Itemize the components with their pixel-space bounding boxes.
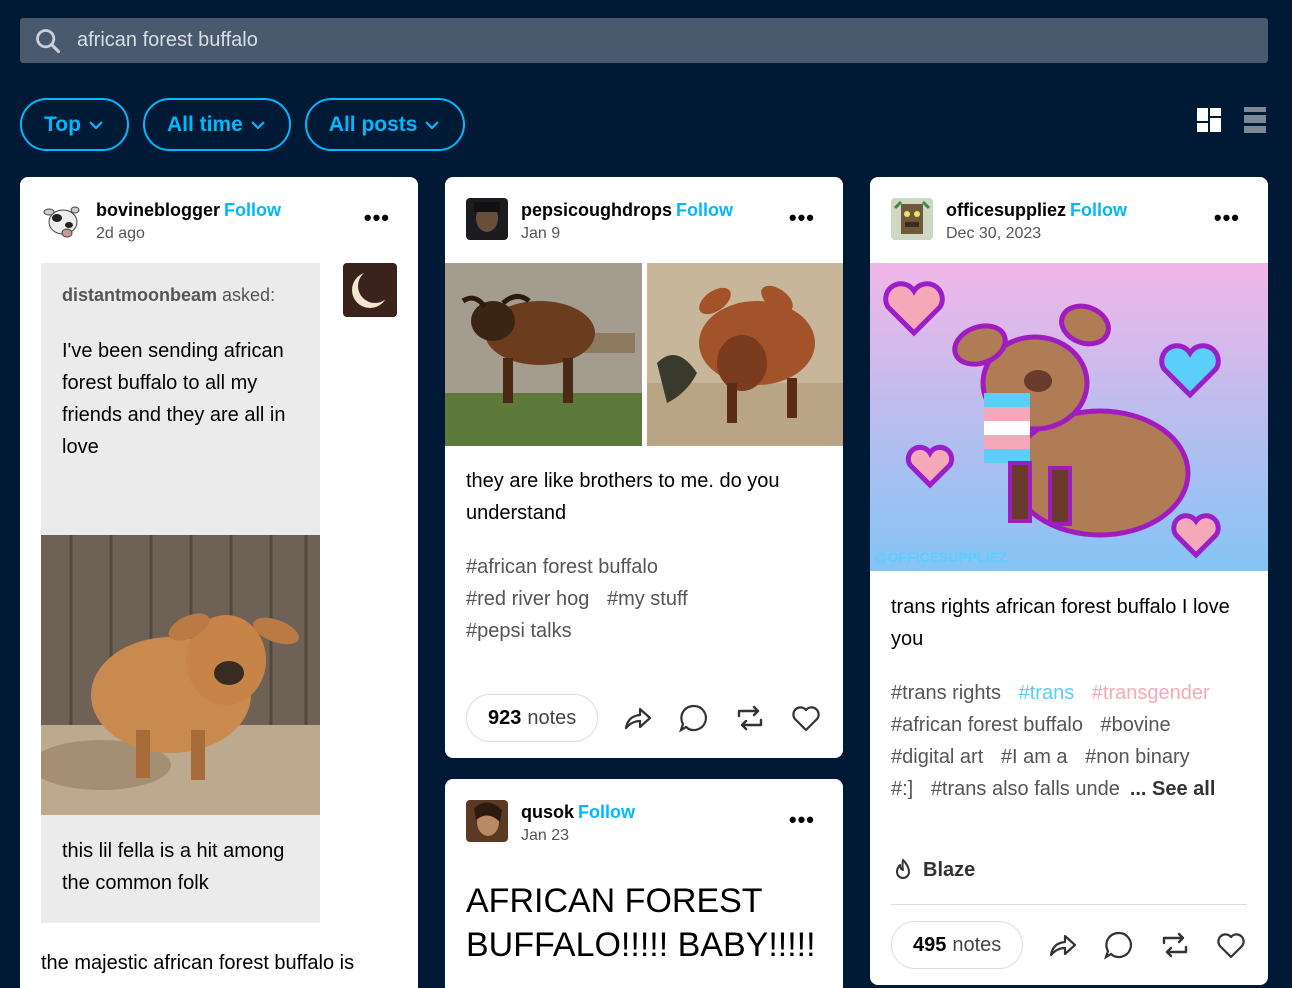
more-options-icon[interactable]: ••• <box>364 207 390 229</box>
post-body-large: AFRICAN FOREST BUFFALO!!!!! BABY!!!!! <box>466 882 816 964</box>
more-options-icon[interactable]: ••• <box>789 809 815 831</box>
hog-photo[interactable] <box>647 263 843 446</box>
post-header: bovineblogger Follow 2d ago ••• <box>20 177 418 263</box>
blaze-button[interactable]: Blaze <box>891 857 975 883</box>
post-card: bovineblogger Follow 2d ago ••• distantmo… <box>20 177 418 988</box>
post-footer: 495 notes <box>891 921 1247 969</box>
avatar[interactable] <box>891 198 933 240</box>
avatar[interactable] <box>41 198 83 240</box>
blaze-label: Blaze <box>923 858 976 881</box>
post-header: qusok Follow Jan 23 ••• <box>445 779 843 865</box>
notes-number: 495 <box>913 933 947 956</box>
reblog-icon[interactable] <box>734 702 766 734</box>
sort-filter-label: Top <box>44 112 81 136</box>
blog-name[interactable]: pepsicoughdrops <box>521 200 672 220</box>
artwork-watermark: @OFFICESUPPLIEZ <box>874 549 1008 565</box>
post-type-filter-dropdown[interactable]: All posts <box>304 98 466 151</box>
post-card: officesuppliez Follow Dec 30, 2023 ••• @… <box>870 177 1268 985</box>
follow-button[interactable]: Follow <box>224 200 281 220</box>
asked-label: asked: <box>222 285 276 305</box>
search-icon <box>36 28 61 53</box>
follow-button[interactable]: Follow <box>1070 200 1127 220</box>
share-icon[interactable] <box>622 702 654 734</box>
ask-caption: this lil fella is a hit among the common… <box>62 840 285 894</box>
post-footer: 923 notes <box>466 694 822 742</box>
reply-icon[interactable] <box>1103 929 1135 961</box>
post-body: trans rights african forest buffalo I lo… <box>891 596 1230 650</box>
post-date: Dec 30, 2023 <box>946 225 1042 242</box>
ask-bubble: distantmoonbeam asked: I've been sending… <box>41 263 320 923</box>
post-header: pepsicoughdrops Follow Jan 9 ••• <box>445 177 843 263</box>
buffalo-artwork[interactable] <box>870 263 1268 571</box>
flame-icon <box>896 859 910 879</box>
chevron-down-icon <box>426 121 439 129</box>
share-icon[interactable] <box>1047 929 1079 961</box>
asker-avatar[interactable] <box>343 263 397 317</box>
post-date: Jan 23 <box>521 827 570 844</box>
tag[interactable]: #red river hog <box>466 588 589 610</box>
tag[interactable]: #bovine <box>1101 714 1171 736</box>
tag[interactable]: #trans rights <box>891 682 1001 704</box>
time-filter-label: All time <box>166 112 243 136</box>
blog-name[interactable]: qusok <box>521 802 574 822</box>
tag[interactable]: #pepsi talks <box>466 620 572 642</box>
post-body: the majestic african forest buffalo is <box>41 952 355 974</box>
tag[interactable]: #african forest buffalo <box>891 714 1083 736</box>
notes-label: notes <box>527 706 577 729</box>
view-toggles <box>1196 106 1268 134</box>
list-view-icon[interactable] <box>1242 106 1268 134</box>
search-bar[interactable] <box>20 18 1268 63</box>
notes-number: 923 <box>488 706 522 729</box>
notes-label: notes <box>952 933 1002 956</box>
tag[interactable]: #my stuff <box>607 588 688 610</box>
post-card: pepsicoughdrops Follow Jan 9 ••• they are… <box>445 177 843 758</box>
more-options-icon[interactable]: ••• <box>789 207 815 229</box>
post-date: 2d ago <box>96 225 145 242</box>
follow-button[interactable]: Follow <box>578 802 635 822</box>
post-body: they are like brothers to me. do you und… <box>466 470 780 524</box>
tag[interactable]: #digital art <box>891 746 983 768</box>
reblog-icon[interactable] <box>1159 929 1191 961</box>
calf-photo[interactable] <box>41 535 320 815</box>
ask-question: I've been sending african forest buffalo… <box>62 340 286 458</box>
avatar[interactable] <box>466 198 508 240</box>
filter-bar: Top All time All posts <box>20 98 466 151</box>
more-options-icon[interactable]: ••• <box>1214 207 1240 229</box>
tag[interactable]: #transgender <box>1092 682 1210 704</box>
post-card: qusok Follow Jan 23 ••• AFRICAN FOREST BU… <box>445 779 843 988</box>
masonry-view-icon[interactable] <box>1196 106 1222 134</box>
follow-button[interactable]: Follow <box>676 200 733 220</box>
see-all-tags-link[interactable]: ... See all <box>1130 778 1216 800</box>
tag[interactable]: #african forest buffalo <box>466 556 658 578</box>
tag[interactable]: #I am a <box>1001 746 1068 768</box>
tag[interactable]: #trans <box>1019 682 1075 704</box>
tag[interactable]: #:] <box>891 778 913 800</box>
tag[interactable]: #trans also falls unde <box>931 773 1126 805</box>
footer-divider <box>891 904 1247 905</box>
blog-name[interactable]: officesuppliez <box>946 200 1066 220</box>
post-header: officesuppliez Follow Dec 30, 2023 ••• <box>870 177 1268 263</box>
notes-count[interactable]: 923 notes <box>466 694 599 742</box>
chevron-down-icon <box>89 121 103 129</box>
blog-name[interactable]: bovineblogger <box>96 200 220 220</box>
avatar[interactable] <box>466 800 508 842</box>
time-filter-dropdown[interactable]: All time <box>142 98 291 151</box>
sort-filter-dropdown[interactable]: Top <box>20 98 129 151</box>
chevron-down-icon <box>251 121 265 129</box>
search-input[interactable] <box>77 29 1177 52</box>
buffalo-photo[interactable] <box>445 263 642 446</box>
reply-icon[interactable] <box>678 702 710 734</box>
like-icon[interactable] <box>790 702 822 734</box>
post-tags: #trans rights #trans #transgender #afric… <box>891 677 1261 805</box>
post-type-filter-label: All posts <box>328 112 418 136</box>
tag[interactable]: #non binary <box>1085 746 1190 768</box>
post-tags: #african forest buffalo #red river hog #… <box>466 551 822 647</box>
asker-name[interactable]: distantmoonbeam <box>62 285 217 305</box>
notes-count[interactable]: 495 notes <box>891 921 1024 969</box>
post-date: Jan 9 <box>521 225 561 242</box>
like-icon[interactable] <box>1215 929 1247 961</box>
